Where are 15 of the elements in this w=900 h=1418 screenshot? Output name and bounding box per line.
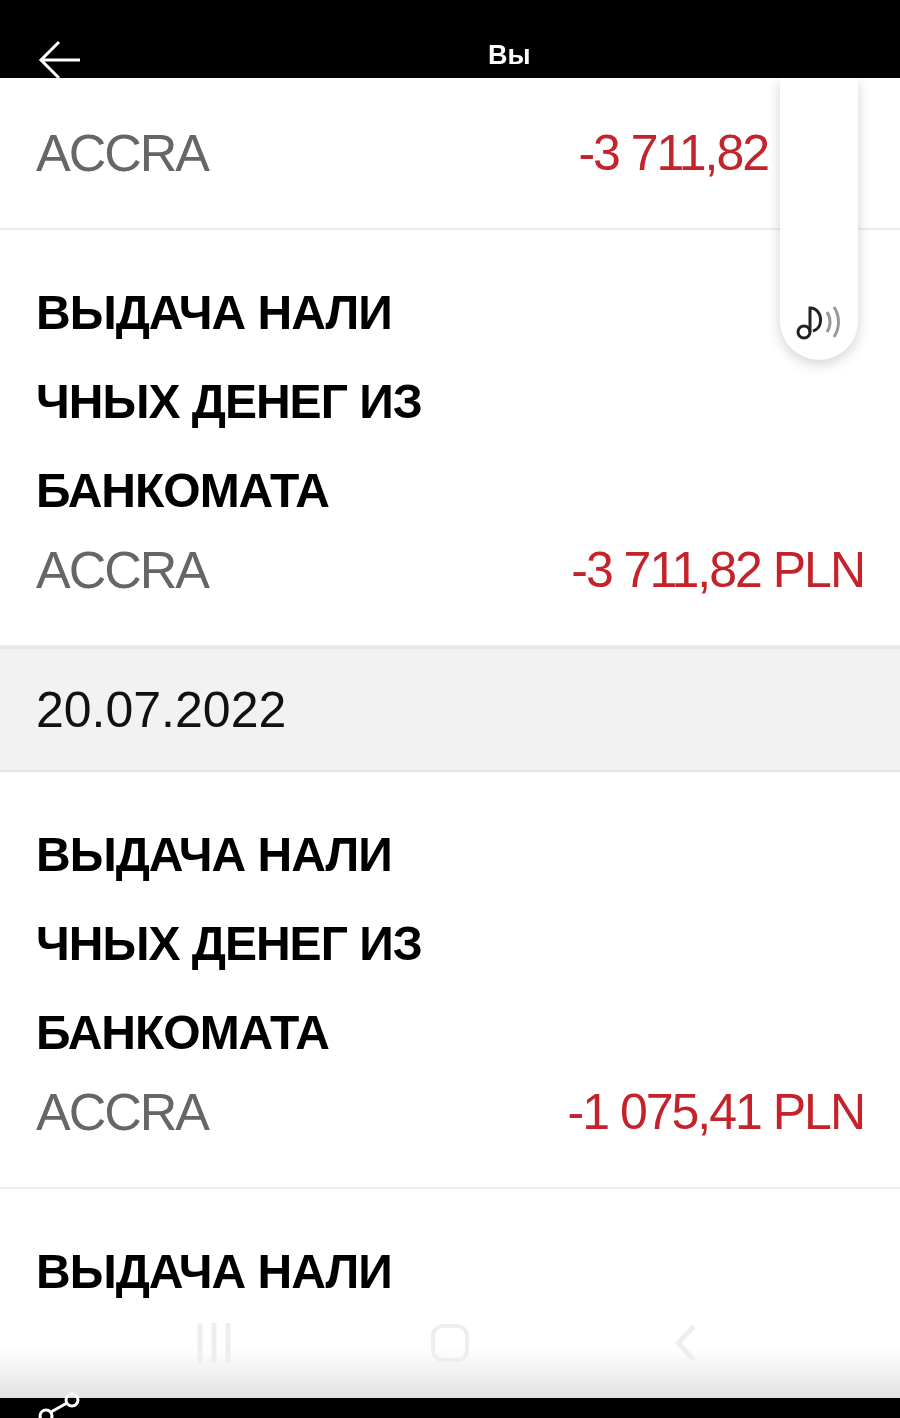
- amount: -3 711,82 PLN: [571, 545, 864, 595]
- amount: -3 711,82: [578, 128, 768, 178]
- date-label: 20.07.2022: [36, 684, 287, 735]
- screen-title: Вы: [488, 42, 531, 69]
- transaction-title: ВЫДАЧА НАЛИ ЧНЫХ ДЕНЕГ ИЗ БАНКОМАТА: [36, 285, 422, 519]
- transaction-title: ВЫДАЧА НАЛИ: [36, 1244, 392, 1300]
- transaction-row[interactable]: ВЫДАЧА НАЛИ ЧНЫХ ДЕНЕГ ИЗ БАНКОМАТА ACCRA -1 075,41 PLN: [0, 772, 900, 1189]
- sound-widget[interactable]: [780, 78, 858, 360]
- back-icon[interactable]: [38, 40, 82, 80]
- amount: -1 075,41 PLN: [567, 1087, 864, 1137]
- merchant-name: ACCRA: [36, 127, 209, 179]
- merchant-name: ACCRA: [36, 1086, 209, 1138]
- merchant-name: ACCRA: [36, 544, 209, 596]
- transaction-row[interactable]: ВЫДАЧА НАЛИ: [0, 1189, 900, 1358]
- transaction-title: ВЫДАЧА НАЛИ ЧНЫХ ДЕНЕГ ИЗ БАНКОМАТА: [36, 827, 422, 1061]
